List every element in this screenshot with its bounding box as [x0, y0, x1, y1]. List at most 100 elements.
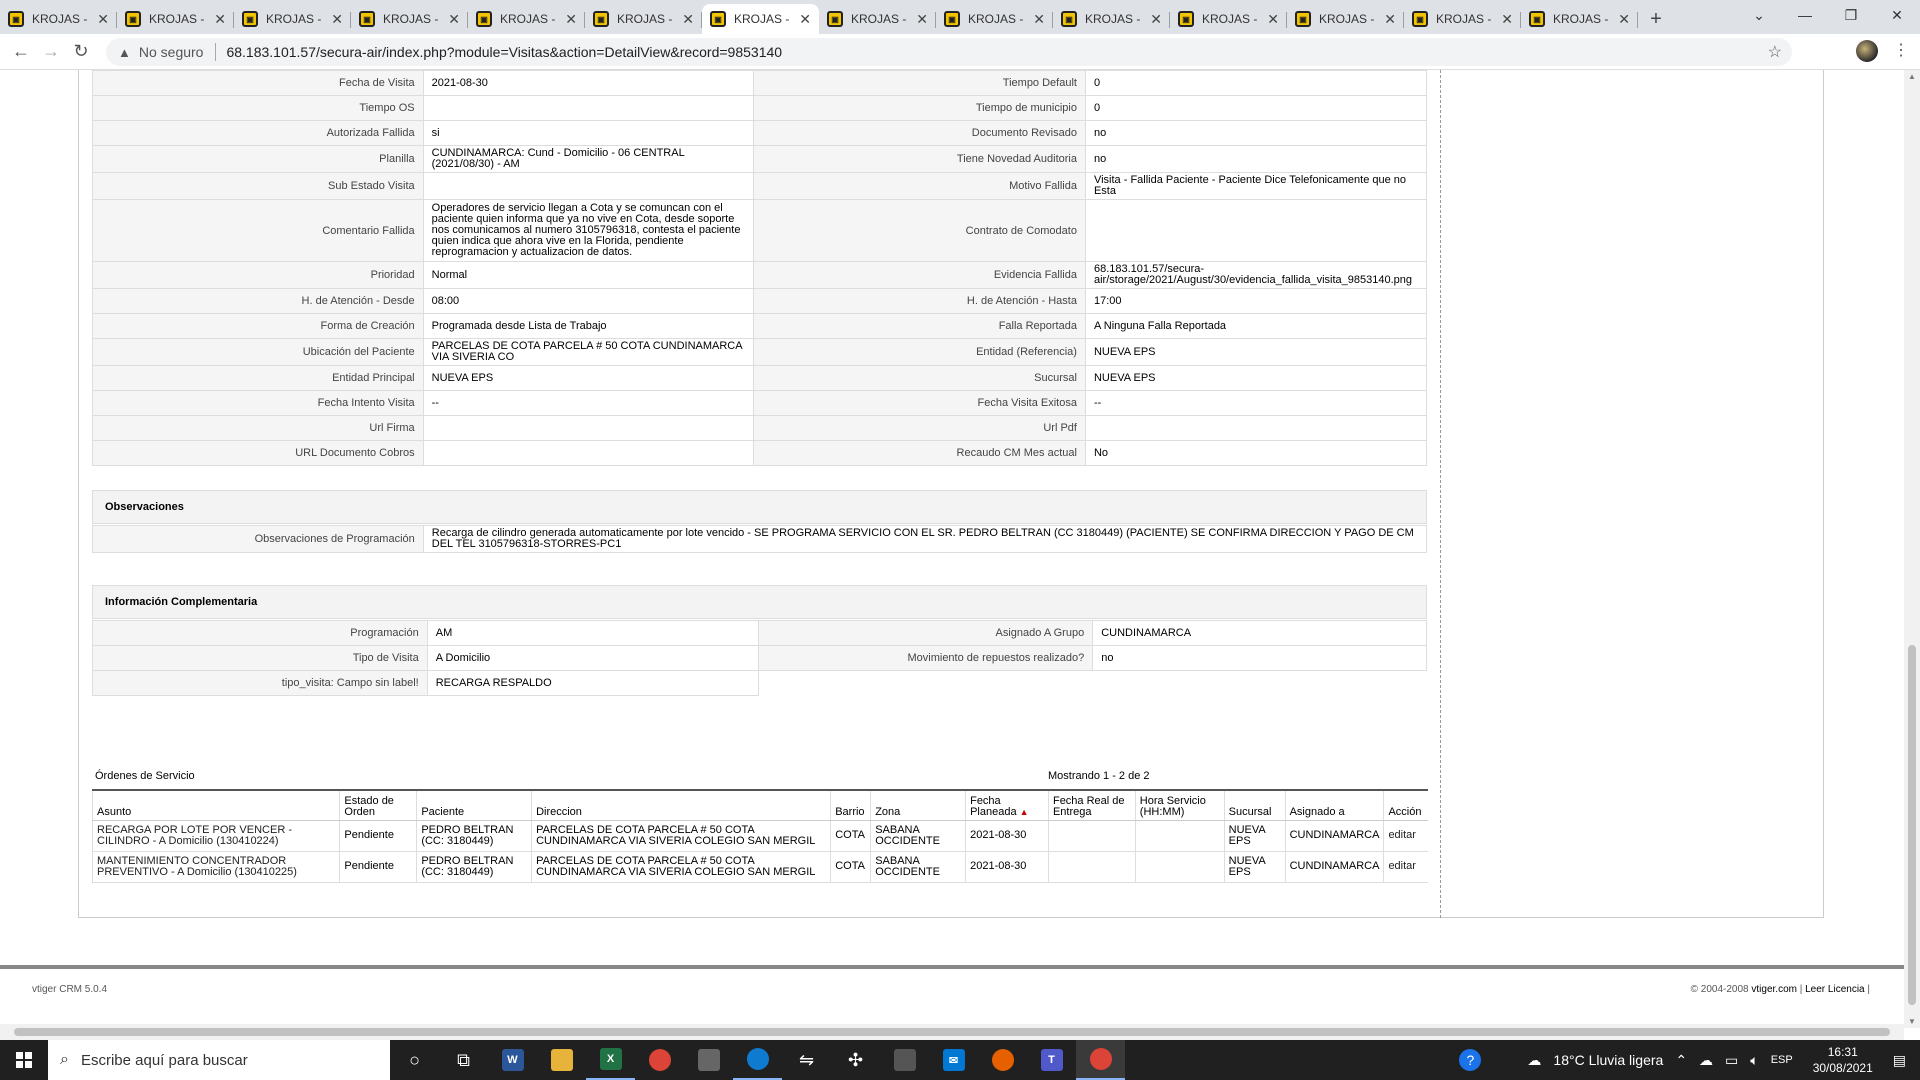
close-icon[interactable]: ✕: [1267, 11, 1279, 28]
close-window-button[interactable]: ✕: [1874, 7, 1920, 24]
star-icon[interactable]: ☆: [1768, 42, 1782, 62]
notifications-icon[interactable]: ▤: [1893, 1052, 1906, 1069]
task-view-icon[interactable]: ⧉: [439, 1040, 488, 1080]
back-icon[interactable]: ←: [6, 41, 36, 62]
close-icon[interactable]: ✕: [682, 11, 694, 28]
taskbar-search[interactable]: ⌕ Escribe aquí para buscar: [48, 1040, 390, 1080]
scroll-up-icon[interactable]: ▲: [1908, 72, 1916, 81]
column-header[interactable]: Asunto: [91, 789, 340, 821]
column-header[interactable]: Sucursal: [1223, 789, 1286, 821]
firefox-icon[interactable]: [978, 1040, 1027, 1080]
app-icon[interactable]: ⇋: [782, 1040, 831, 1080]
address-bar[interactable]: ▲ No seguro 68.183.101.57/secura-air/ind…: [106, 38, 1792, 66]
browser-tab[interactable]: ▣ KROJAS - ✕: [702, 4, 819, 34]
teams-icon[interactable]: T: [1027, 1040, 1076, 1080]
minimize-button[interactable]: —: [1782, 7, 1828, 23]
browser-tab[interactable]: ▣ KROJAS - ✕: [1170, 4, 1287, 34]
start-button[interactable]: [0, 1040, 48, 1080]
anydesk-icon[interactable]: ✣: [831, 1040, 880, 1080]
sort-arrow-icon[interactable]: ▲: [1020, 807, 1029, 817]
close-icon[interactable]: ✕: [214, 11, 226, 28]
edge-icon[interactable]: [733, 1040, 782, 1080]
new-tab-button[interactable]: +: [1638, 4, 1674, 34]
tab-search-icon[interactable]: ⌄: [1736, 7, 1782, 24]
chrome-icon[interactable]: [635, 1040, 684, 1080]
security-label[interactable]: No seguro: [139, 44, 204, 60]
weather-icon[interactable]: ☁: [1527, 1052, 1541, 1069]
chrome-active-icon[interactable]: [1076, 1040, 1125, 1080]
close-icon[interactable]: ✕: [1501, 11, 1513, 28]
close-icon[interactable]: ✕: [916, 11, 928, 28]
cell-accion[interactable]: editar: [1383, 851, 1428, 883]
field-label: tipo_visita: Campo sin label!: [92, 670, 428, 696]
browser-tab[interactable]: ▣ KROJAS - ✕: [936, 4, 1053, 34]
mail-icon[interactable]: ✉: [929, 1040, 978, 1080]
browser-tab[interactable]: ▣ KROJAS - ✕: [585, 4, 702, 34]
camera-icon[interactable]: [880, 1040, 929, 1080]
scroll-down-icon[interactable]: ▼: [1908, 1017, 1916, 1026]
license-link[interactable]: Leer Licencia: [1805, 984, 1864, 995]
close-icon[interactable]: ✕: [1033, 11, 1045, 28]
url-text[interactable]: 68.183.101.57/secura-air/index.php?modul…: [226, 44, 782, 60]
close-icon[interactable]: ✕: [448, 11, 460, 28]
browser-tab[interactable]: ▣ KROJAS - ✕: [819, 4, 936, 34]
column-header[interactable]: Paciente: [416, 789, 532, 821]
browser-tab[interactable]: ▣ KROJAS - ✕: [1053, 4, 1170, 34]
network-icon[interactable]: ▭: [1725, 1052, 1738, 1069]
field-value: PARCELAS DE COTA PARCELA # 50 COTA CUNDI…: [422, 338, 755, 366]
profile-avatar[interactable]: [1856, 40, 1878, 62]
column-header[interactable]: Barrio: [830, 789, 871, 821]
close-icon[interactable]: ✕: [97, 11, 109, 28]
vtiger-link[interactable]: vtiger.com: [1751, 984, 1797, 995]
help-icon[interactable]: ?: [1459, 1049, 1482, 1071]
browser-tab[interactable]: ▣ KROJAS - ✕: [1287, 4, 1404, 34]
menu-icon[interactable]: ⋮: [1893, 40, 1909, 60]
close-icon[interactable]: ✕: [799, 11, 811, 28]
onedrive-icon[interactable]: ☁: [1699, 1052, 1713, 1069]
vertical-scrollbar[interactable]: ▲ ▼: [1904, 70, 1920, 1028]
close-icon[interactable]: ✕: [1384, 11, 1396, 28]
restore-button[interactable]: ❐: [1828, 7, 1874, 24]
clock[interactable]: 16:31 30/08/2021: [1813, 1044, 1873, 1076]
field-label: Fecha Intento Visita: [92, 390, 424, 416]
chevron-up-icon[interactable]: ⌃: [1675, 1052, 1687, 1069]
hscroll-thumb[interactable]: [14, 1028, 1890, 1036]
close-icon[interactable]: ✕: [331, 11, 343, 28]
browser-tab[interactable]: ▣ KROJAS - ✕: [351, 4, 468, 34]
column-header[interactable]: Asignado a: [1284, 789, 1384, 821]
cell-accion[interactable]: editar: [1383, 820, 1428, 852]
close-icon[interactable]: ✕: [565, 11, 577, 28]
store-icon[interactable]: [684, 1040, 733, 1080]
column-header[interactable]: Estado de Orden: [339, 789, 417, 821]
browser-tab[interactable]: ▣ KROJAS - ✕: [1404, 4, 1521, 34]
horizontal-scrollbar[interactable]: [0, 1024, 1904, 1040]
column-header[interactable]: Fecha Planeada ▲: [965, 789, 1049, 821]
language-indicator[interactable]: ESP: [1771, 1054, 1793, 1066]
weather-text[interactable]: 18°C Lluvia ligera: [1553, 1052, 1663, 1068]
forward-icon[interactable]: →: [36, 41, 66, 62]
close-icon[interactable]: ✕: [1150, 11, 1162, 28]
browser-tab[interactable]: ▣ KROJAS - ✕: [1521, 4, 1638, 34]
column-header[interactable]: Hora Servicio (HH:MM): [1134, 789, 1225, 821]
cortana-icon[interactable]: ○: [390, 1040, 439, 1080]
browser-tab[interactable]: ▣ KROJAS - ✕: [117, 4, 234, 34]
column-header[interactable]: Zona: [870, 789, 966, 821]
browser-tab[interactable]: ▣ KROJAS - ✕: [468, 4, 585, 34]
column-header[interactable]: Direccion: [531, 789, 831, 821]
column-header[interactable]: Acción: [1383, 789, 1428, 821]
field-value: CUNDINAMARCA: Cund - Domicilio - 06 CENT…: [422, 145, 755, 173]
column-header[interactable]: Fecha Real de Entrega: [1047, 789, 1136, 821]
scroll-thumb[interactable]: [1908, 645, 1916, 1005]
volume-icon[interactable]: 🔈︎: [1750, 1052, 1758, 1069]
cell-asunto[interactable]: MANTENIMIENTO CONCENTRADOR PREVENTIVO - …: [91, 851, 340, 883]
cell-asunto[interactable]: RECARGA POR LOTE POR VENCER - CILINDRO -…: [91, 820, 340, 852]
excel-icon[interactable]: X: [586, 1040, 635, 1080]
reload-icon[interactable]: ↻: [66, 41, 96, 62]
table-row: H. de Atención - Desde 08:00 H. de Atenció…: [92, 288, 1428, 314]
warning-icon[interactable]: ▲: [118, 45, 131, 60]
word-icon[interactable]: W: [488, 1040, 537, 1080]
browser-tab[interactable]: ▣ KROJAS - ✕: [0, 4, 117, 34]
file-explorer-icon[interactable]: [537, 1040, 586, 1080]
browser-tab[interactable]: ▣ KROJAS - ✕: [234, 4, 351, 34]
close-icon[interactable]: ✕: [1618, 11, 1630, 28]
